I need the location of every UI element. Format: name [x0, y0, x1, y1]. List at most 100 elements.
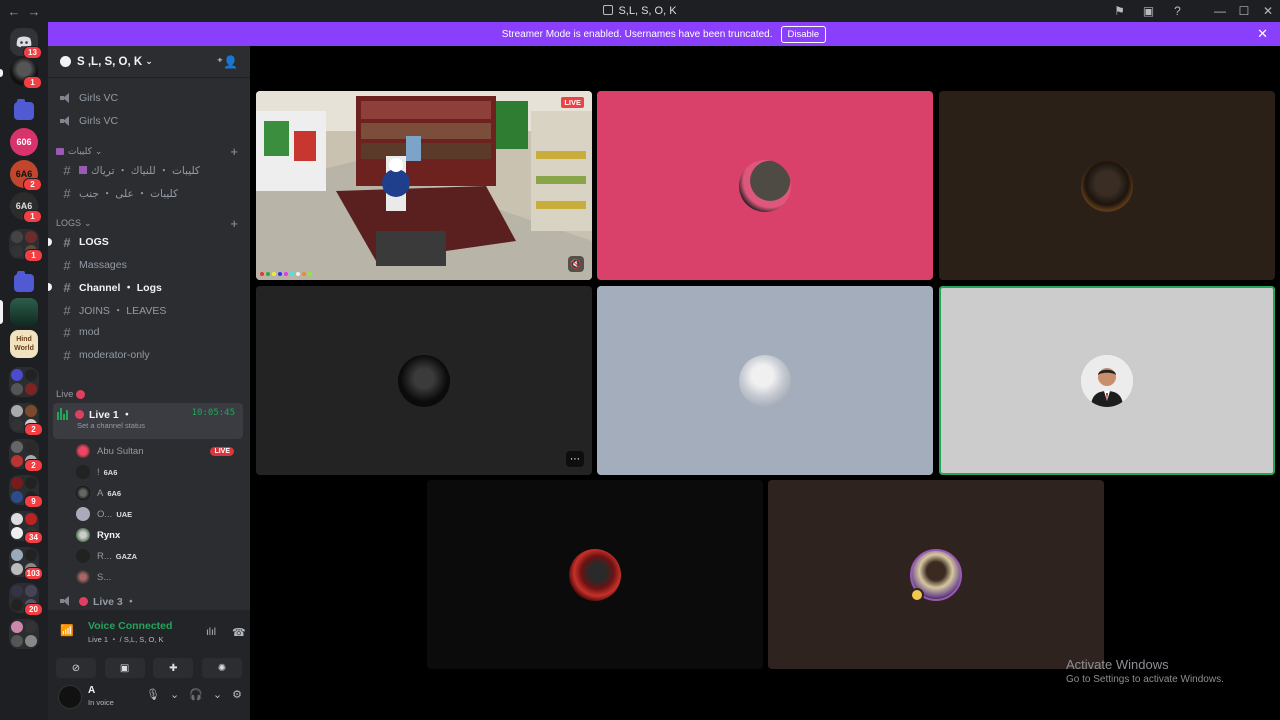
mention-badge: 13 — [23, 46, 42, 59]
close-window-icon[interactable]: ✕ — [1256, 4, 1280, 18]
text-channel-massages[interactable]: # Massages — [56, 255, 242, 275]
close-banner-icon[interactable]: ✕ — [1257, 26, 1268, 42]
avatar — [76, 528, 90, 542]
text-channel-logs[interactable]: # LOGS — [48, 232, 242, 252]
user-name[interactable]: A — [88, 685, 95, 696]
server-folder[interactable]: 1 — [9, 229, 43, 262]
text-channel-arabic-1[interactable]: # كليبات ・ للنياك ・ ترياك — [56, 160, 242, 180]
minimize-icon[interactable]: — — [1208, 4, 1232, 18]
text-channel-mod[interactable]: # mod — [56, 322, 242, 342]
unread-pill — [48, 283, 52, 291]
settings-gear-icon[interactable]: ⚙ — [232, 688, 242, 701]
microphone-icon[interactable]: 🎙 — [146, 688, 160, 701]
forward-arrow-icon[interactable]: → — [28, 4, 41, 19]
category-label: Live — [56, 388, 74, 400]
category-logs[interactable]: LOGS ⌄ + — [56, 215, 242, 231]
participant-tile[interactable] — [427, 480, 763, 669]
stream-tile[interactable]: LIVE 🔇 — [256, 91, 592, 280]
add-channel-icon[interactable]: + — [230, 144, 238, 159]
voice-channel-girls-vc[interactable]: Girls VC — [56, 88, 242, 108]
participant-avatar — [569, 548, 621, 601]
category-arabic[interactable]: كليبات ⌄ + — [56, 143, 242, 159]
voice-channel-live-3[interactable]: Live 3 ・ — [56, 591, 242, 610]
server-header[interactable]: S ,L, S, O, K ⌄ ⁺👤 — [48, 46, 250, 78]
avatar[interactable] — [58, 685, 82, 709]
camera-off-button[interactable]: ⊘ — [56, 658, 96, 678]
member-tag: 6A6 — [103, 467, 118, 477]
member-name: S... — [97, 571, 112, 583]
invite-people-icon[interactable]: ⁺👤 — [217, 55, 238, 69]
participant-tile[interactable] — [597, 91, 933, 280]
share-screen-button[interactable]: ▣ — [104, 658, 145, 678]
help-icon[interactable]: ? — [1163, 4, 1192, 18]
channel-status[interactable]: Set a channel status — [77, 421, 145, 430]
more-options-icon[interactable]: ⋯ — [566, 451, 584, 467]
noise-suppression-icon[interactable]: ılıl — [206, 627, 216, 638]
mention-badge: 2 — [23, 178, 42, 191]
soundboard-button[interactable]: ✺ — [201, 658, 242, 678]
chevron-down-icon[interactable]: ⌄ — [170, 688, 179, 701]
participant-tile-speaking[interactable] — [939, 286, 1275, 475]
voice-member[interactable]: ! 6A6 — [76, 462, 242, 482]
voice-member[interactable]: Rynx — [76, 525, 242, 545]
text-channel-joins-leaves[interactable]: # JOINS ・ LEAVES — [56, 300, 242, 320]
back-arrow-icon[interactable]: ← — [8, 4, 21, 19]
voice-channel-girls-vc[interactable]: Girls VC — [56, 111, 242, 131]
voice-action-buttons: ⊘ ▣ ✚ ✺ — [56, 658, 242, 678]
participant-tile[interactable] — [597, 286, 933, 475]
server-icon — [603, 5, 614, 15]
voice-member[interactable]: S... — [76, 567, 242, 587]
participant-tile[interactable]: ⋯ — [256, 286, 592, 475]
inbox-flag-icon[interactable]: ⚑ — [1105, 4, 1134, 18]
server-folder[interactable]: 9 — [9, 475, 43, 508]
voice-member[interactable]: Abu Sultan LIVE — [76, 441, 242, 461]
user-controls: 🎙 ⌄ 🎧 ⌄ ⚙ — [146, 688, 242, 701]
server-6a6-pink[interactable]: 606 — [10, 128, 38, 156]
server-folder[interactable]: 20 — [9, 583, 43, 616]
stream-muted-icon[interactable]: 🔇 — [568, 256, 584, 272]
home-button[interactable]: 13 — [10, 28, 42, 59]
dm-avatar[interactable]: 1 — [10, 58, 42, 89]
window-title: S,L, S, O, K — [0, 5, 1280, 17]
maximize-icon[interactable]: ☐ — [1232, 4, 1256, 18]
server-6a6-dark[interactable]: 6A6 1 — [10, 192, 42, 223]
voice-channel-location[interactable]: Live 1 ・ / S,L, S, O, K — [88, 634, 163, 645]
signal-icon[interactable]: 📶 — [60, 624, 74, 638]
server-folder-icon[interactable] — [14, 271, 34, 292]
server-folder[interactable] — [9, 367, 39, 397]
server-6a6-red[interactable]: 6A6 2 — [10, 160, 42, 191]
category-icon — [56, 147, 64, 155]
text-channel-channel-logs[interactable]: # Channel ・ Logs — [48, 277, 242, 297]
server-folder[interactable]: 34 — [9, 511, 43, 544]
chevron-down-icon: ⌄ — [94, 145, 103, 156]
disable-streamer-mode-button[interactable]: Disable — [780, 25, 827, 43]
chevron-down-icon[interactable]: ⌄ — [213, 688, 222, 701]
server-green[interactable] — [10, 298, 38, 326]
live-indicator-icon — [79, 596, 88, 606]
channel-label: كليبات ・ على ・ جنب — [79, 187, 179, 200]
avatar — [76, 444, 90, 458]
disconnect-icon[interactable]: ☎ — [232, 626, 246, 639]
server-folder[interactable] — [9, 619, 39, 649]
screen-share-icon[interactable]: ▣ — [1134, 4, 1163, 18]
text-channel-arabic-2[interactable]: # كليبات ・ على ・ جنب — [56, 183, 242, 203]
server-folder[interactable]: 2 — [9, 439, 43, 472]
participant-tile[interactable] — [939, 91, 1275, 280]
server-folder-icon[interactable] — [14, 99, 34, 120]
voice-member[interactable]: R... GAZA — [76, 546, 242, 566]
category-live[interactable]: Live — [56, 386, 242, 402]
participant-tile[interactable] — [768, 480, 1104, 669]
voice-channel-live-1[interactable]: Live 1 ・ Set a channel status 10:05:45 — [53, 403, 243, 439]
headphones-icon[interactable]: 🎧 — [189, 688, 203, 701]
server-folder[interactable]: 103 — [9, 547, 43, 580]
activities-button[interactable]: ✚ — [153, 658, 194, 678]
voice-connected-label[interactable]: Voice Connected — [88, 620, 172, 632]
voice-member[interactable]: O... UAE — [76, 504, 242, 524]
server-hind-world[interactable]: Hind World — [10, 330, 38, 358]
server-name: S ,L, S, O, K — [77, 55, 143, 68]
camera-off-icon: ⊘ — [71, 662, 81, 674]
add-channel-icon[interactable]: + — [230, 216, 238, 231]
text-channel-moderator-only[interactable]: # moderator-only — [56, 345, 242, 365]
voice-member[interactable]: A 6A6 — [76, 483, 242, 503]
server-folder[interactable]: 2 — [9, 403, 43, 436]
